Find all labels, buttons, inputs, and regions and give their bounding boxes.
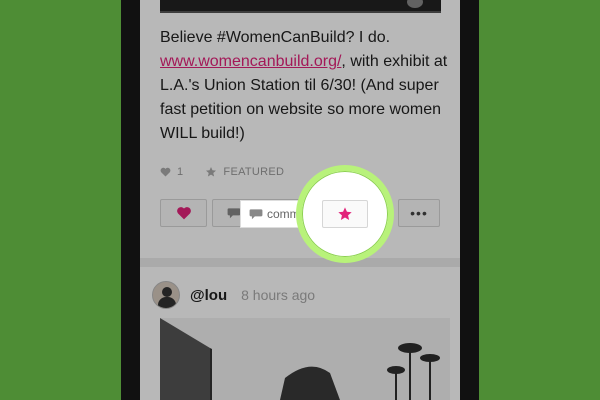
post-time: 8 hours ago <box>241 287 316 303</box>
speech-bubble-icon <box>249 208 263 220</box>
next-post-image <box>160 318 450 400</box>
likes-count: 1 <box>177 166 184 178</box>
post-link[interactable]: www.womencanbuild.org/ <box>160 53 341 70</box>
ellipsis-icon: ••• <box>410 205 428 221</box>
author-handle[interactable]: @lou <box>190 287 227 304</box>
heart-icon <box>160 167 171 177</box>
post-divider <box>140 258 460 267</box>
like-button[interactable] <box>160 199 207 227</box>
post-meta: 1 FEATURED <box>160 164 284 180</box>
star-icon <box>337 206 353 222</box>
heart-icon <box>176 206 192 220</box>
favorite-button[interactable] <box>322 200 368 228</box>
next-post-header: @lou 8 hours ago <box>152 280 315 310</box>
avatar[interactable] <box>152 281 180 309</box>
post-image-cropped <box>160 0 441 13</box>
featured-label: FEATURED <box>223 166 285 178</box>
speech-bubble-icon <box>227 207 241 219</box>
post-text-before: Believe #WomenCanBuild? I do. <box>160 29 391 46</box>
more-button[interactable]: ••• <box>398 199 440 227</box>
post-text: Believe #WomenCanBuild? I do. www.womenc… <box>160 26 450 146</box>
star-icon <box>205 166 217 178</box>
